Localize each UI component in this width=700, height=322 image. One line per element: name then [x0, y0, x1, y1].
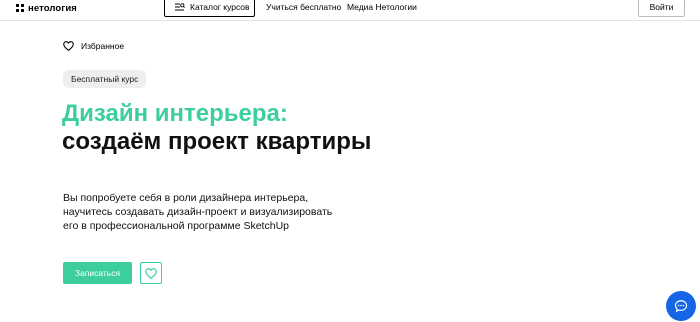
signup-button[interactable]: Записаться	[63, 262, 132, 284]
free-course-badge: Бесплатный курс	[63, 70, 147, 88]
catalog-list-icon	[175, 2, 185, 10]
chat-button[interactable]	[666, 291, 696, 321]
site-header: нетология Каталог курсов Учиться бесплат…	[0, 0, 700, 21]
add-to-favorites-button[interactable]	[140, 262, 162, 284]
chat-icon	[674, 300, 688, 313]
heart-outline-icon	[63, 41, 74, 51]
favorites-link[interactable]: Избранное	[63, 41, 124, 51]
login-button[interactable]: Войти	[638, 0, 685, 17]
logo-text: нетология	[28, 2, 77, 14]
course-title-accent: Дизайн интерьера:	[62, 100, 288, 127]
logo-icon	[16, 4, 24, 12]
heart-outline-icon	[145, 267, 157, 279]
course-title-rest: создаём проект квартиры	[62, 128, 372, 155]
nav-learn-free[interactable]: Учиться бесплатно	[266, 2, 341, 12]
course-title: Дизайн интерьера: создаём проект квартир…	[62, 100, 382, 156]
catalog-button[interactable]: Каталог курсов	[164, 0, 255, 17]
nav-media[interactable]: Медиа Нетологии	[347, 2, 417, 12]
favorites-label: Избранное	[81, 41, 125, 51]
catalog-label: Каталог курсов	[190, 1, 250, 12]
logo[interactable]: нетология	[16, 2, 77, 14]
course-description: Вы попробуете себя в роли дизайнера инте…	[63, 192, 333, 232]
